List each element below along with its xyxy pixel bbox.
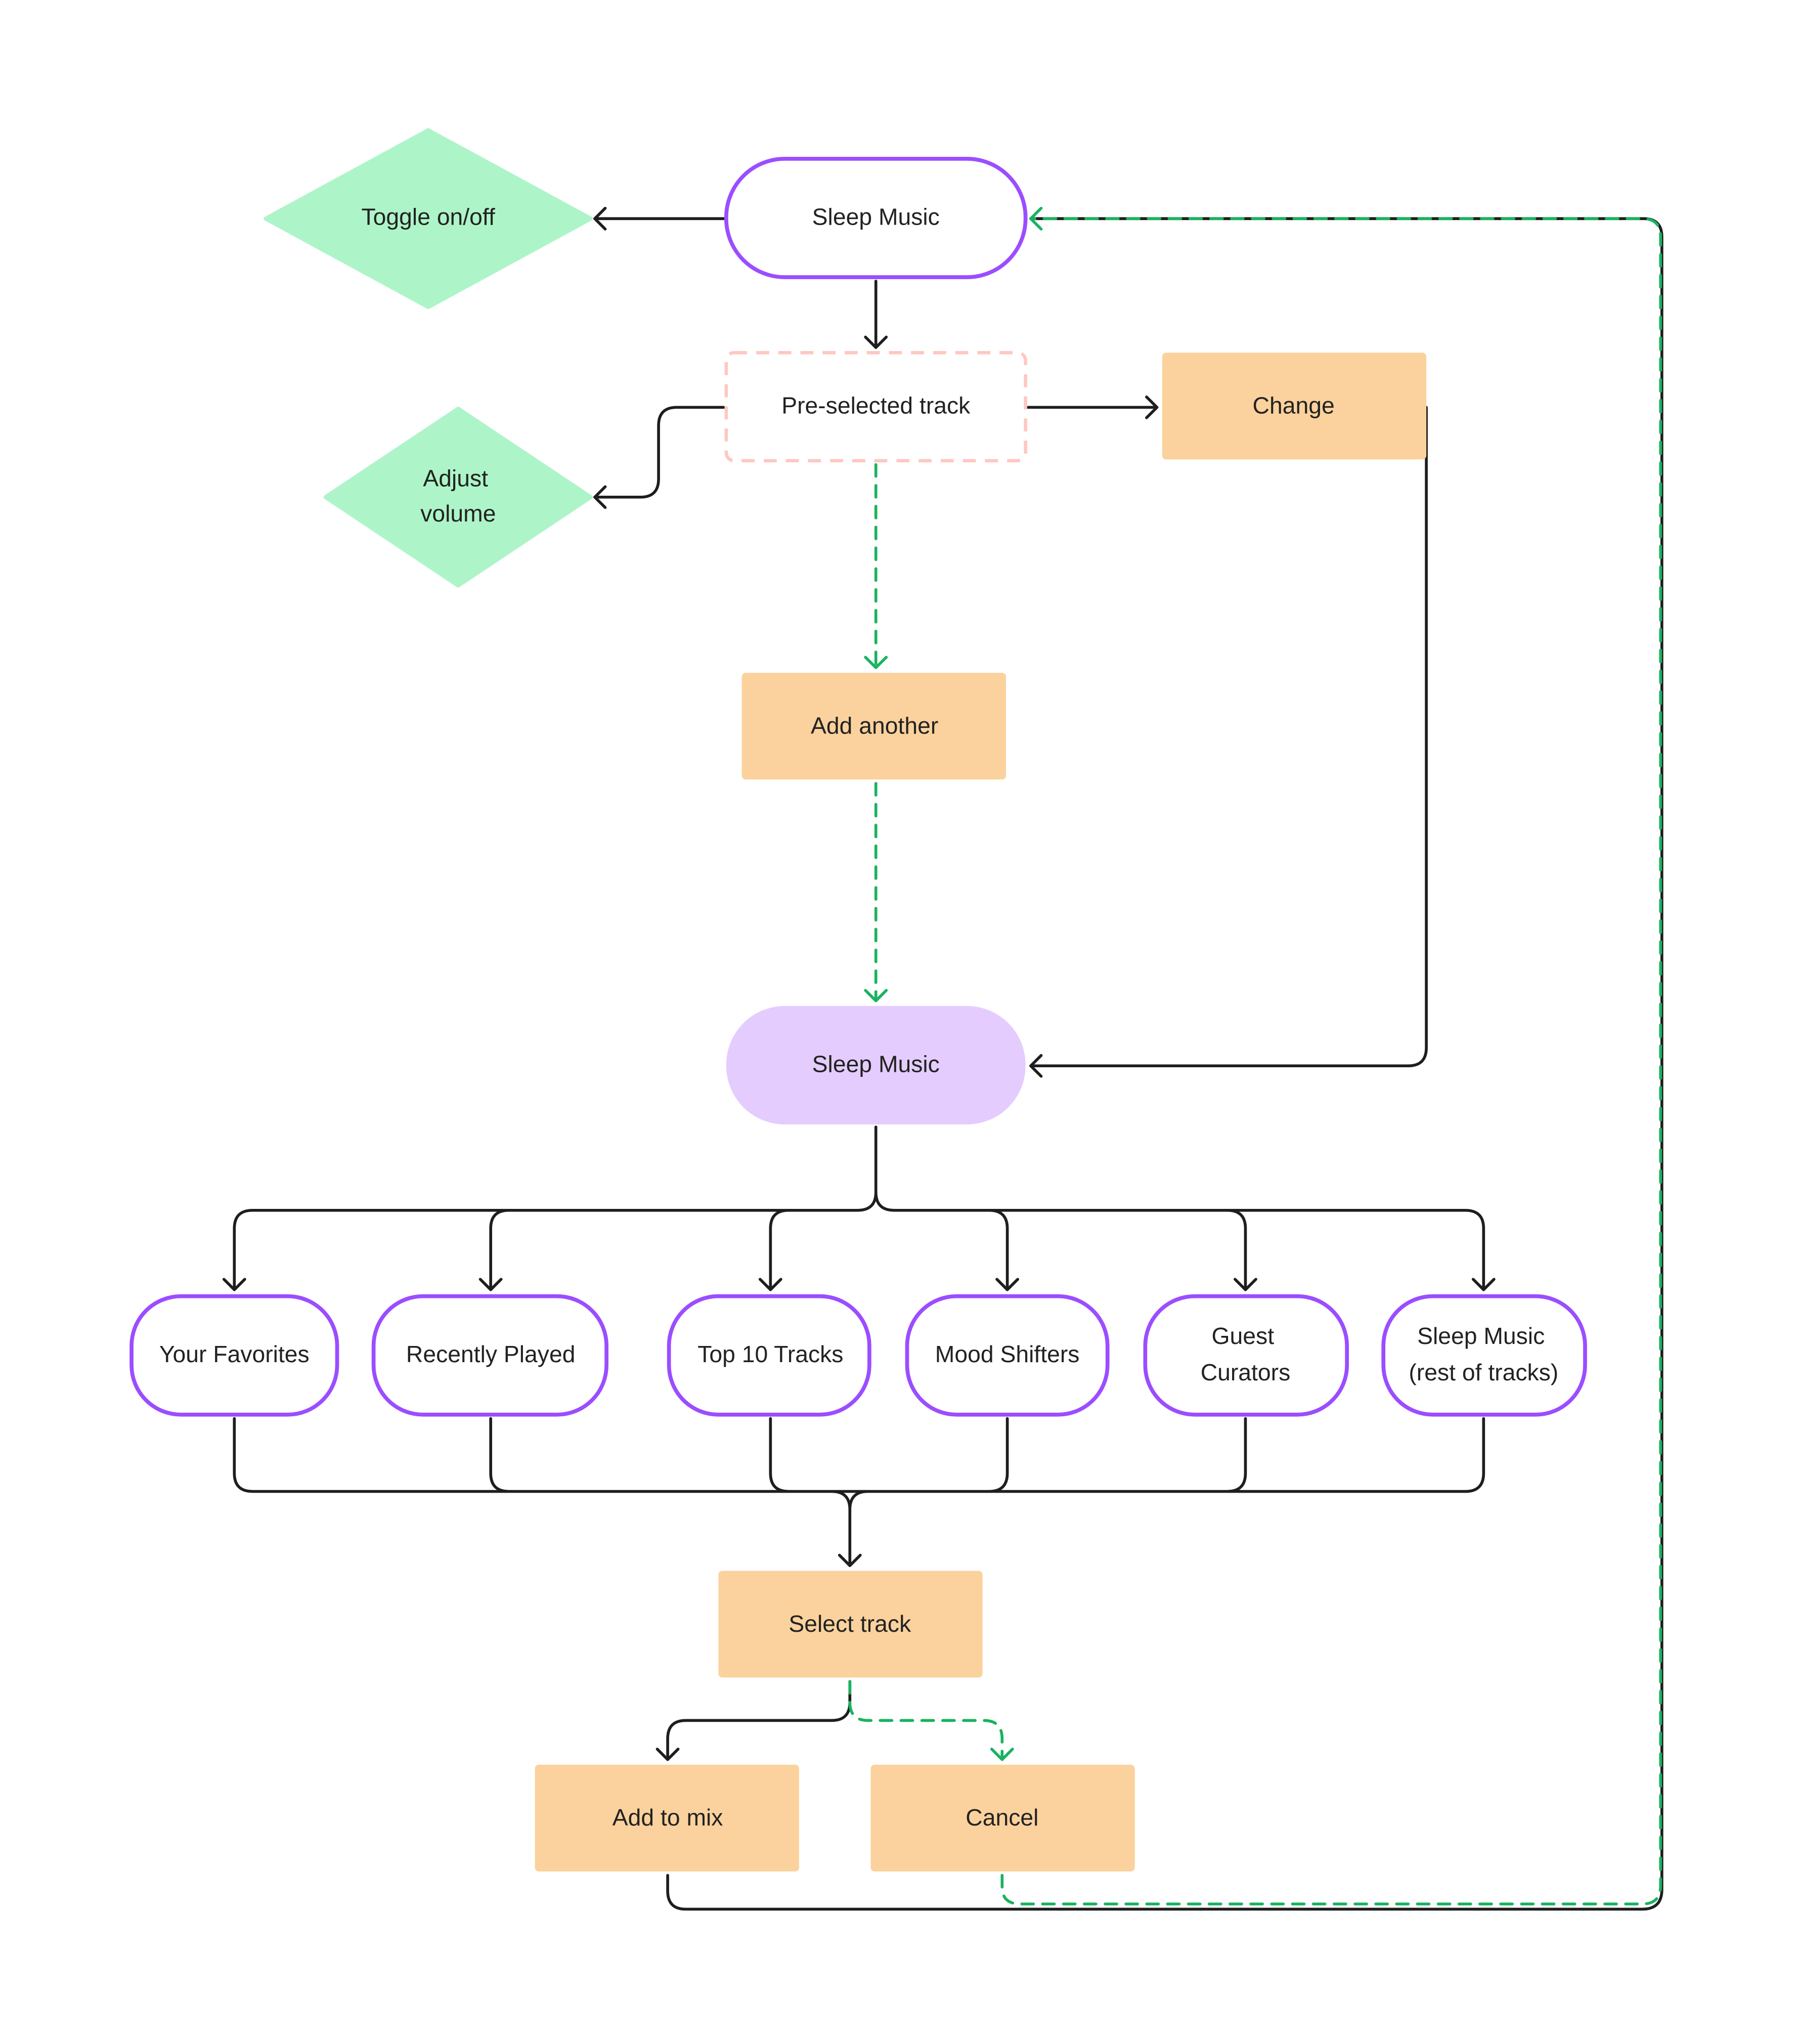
node-sleep-music-top[interactable]: Sleep Music (724, 157, 1028, 279)
node-top-10-tracks[interactable]: Top 10 Tracks (667, 1294, 871, 1417)
node-label: Pre-selected track (781, 393, 971, 419)
node-add-to-mix[interactable]: Add to mix (535, 1764, 799, 1872)
edge-fanout (233, 1125, 1485, 1291)
node-guest-curators[interactable]: Guest Curators (1143, 1294, 1349, 1417)
node-preselected-track[interactable]: Pre-selected track (724, 351, 1027, 463)
edge-change-to-sleep-mid (1029, 406, 1428, 1068)
arrowheads-fanout (222, 1278, 1496, 1291)
node-label: Your Favorites (159, 1341, 310, 1367)
decision-diamond (323, 407, 593, 588)
node-sleep-music-rest[interactable]: Sleep Music (rest of tracks) (1381, 1294, 1587, 1417)
node-add-another[interactable]: Add another (741, 673, 1006, 780)
edge-select-to-add-to-mix (666, 1680, 852, 1761)
node-adjust-volume[interactable]: Adjust volume (323, 407, 593, 588)
node-label: Toggle on/off (362, 203, 495, 230)
edge-preselected-to-volume (593, 406, 725, 499)
node-label: Select track (789, 1611, 911, 1637)
node-toggle[interactable]: Toggle on/off (264, 128, 593, 310)
edge-cancel-loop (1000, 217, 1662, 1905)
edge-fanin (233, 1417, 1485, 1568)
node-label-line: Guest (1212, 1323, 1275, 1349)
node-your-favorites[interactable]: Your Favorites (129, 1294, 339, 1417)
node-label-line: Adjust (423, 465, 488, 492)
node-label: Mood Shifters (935, 1341, 1080, 1367)
node-sleep-music-mid[interactable]: Sleep Music (726, 1006, 1026, 1124)
flowchart: Toggle on/off Sleep Music Pre-selected t… (129, 128, 1663, 1911)
node-select-track[interactable]: Select track (718, 1571, 983, 1678)
node-label: Top 10 Tracks (697, 1341, 843, 1367)
node-label-line: Curators (1201, 1359, 1291, 1385)
node-label-line: volume (420, 500, 496, 527)
node-label: Cancel (966, 1804, 1038, 1831)
edge-select-to-cancel (848, 1680, 1004, 1761)
node-label: Recently Played (406, 1341, 576, 1367)
node-mood-shifters[interactable]: Mood Shifters (905, 1294, 1110, 1417)
node-label: Sleep Music (812, 203, 940, 230)
node-label: Add to mix (612, 1804, 723, 1831)
node-cancel[interactable]: Cancel (870, 1764, 1135, 1872)
node-label: Change (1253, 393, 1335, 419)
node-recently-played[interactable]: Recently Played (371, 1294, 609, 1417)
node-label: Add another (811, 712, 938, 738)
node-label-line: Sleep Music (1417, 1323, 1545, 1349)
node-label-line: (rest of tracks) (1409, 1359, 1558, 1385)
node-change[interactable]: Change (1162, 353, 1427, 460)
category-row: Your Favorites Recently Played Top 10 Tr… (129, 1294, 1587, 1417)
node-label: Sleep Music (812, 1051, 940, 1077)
